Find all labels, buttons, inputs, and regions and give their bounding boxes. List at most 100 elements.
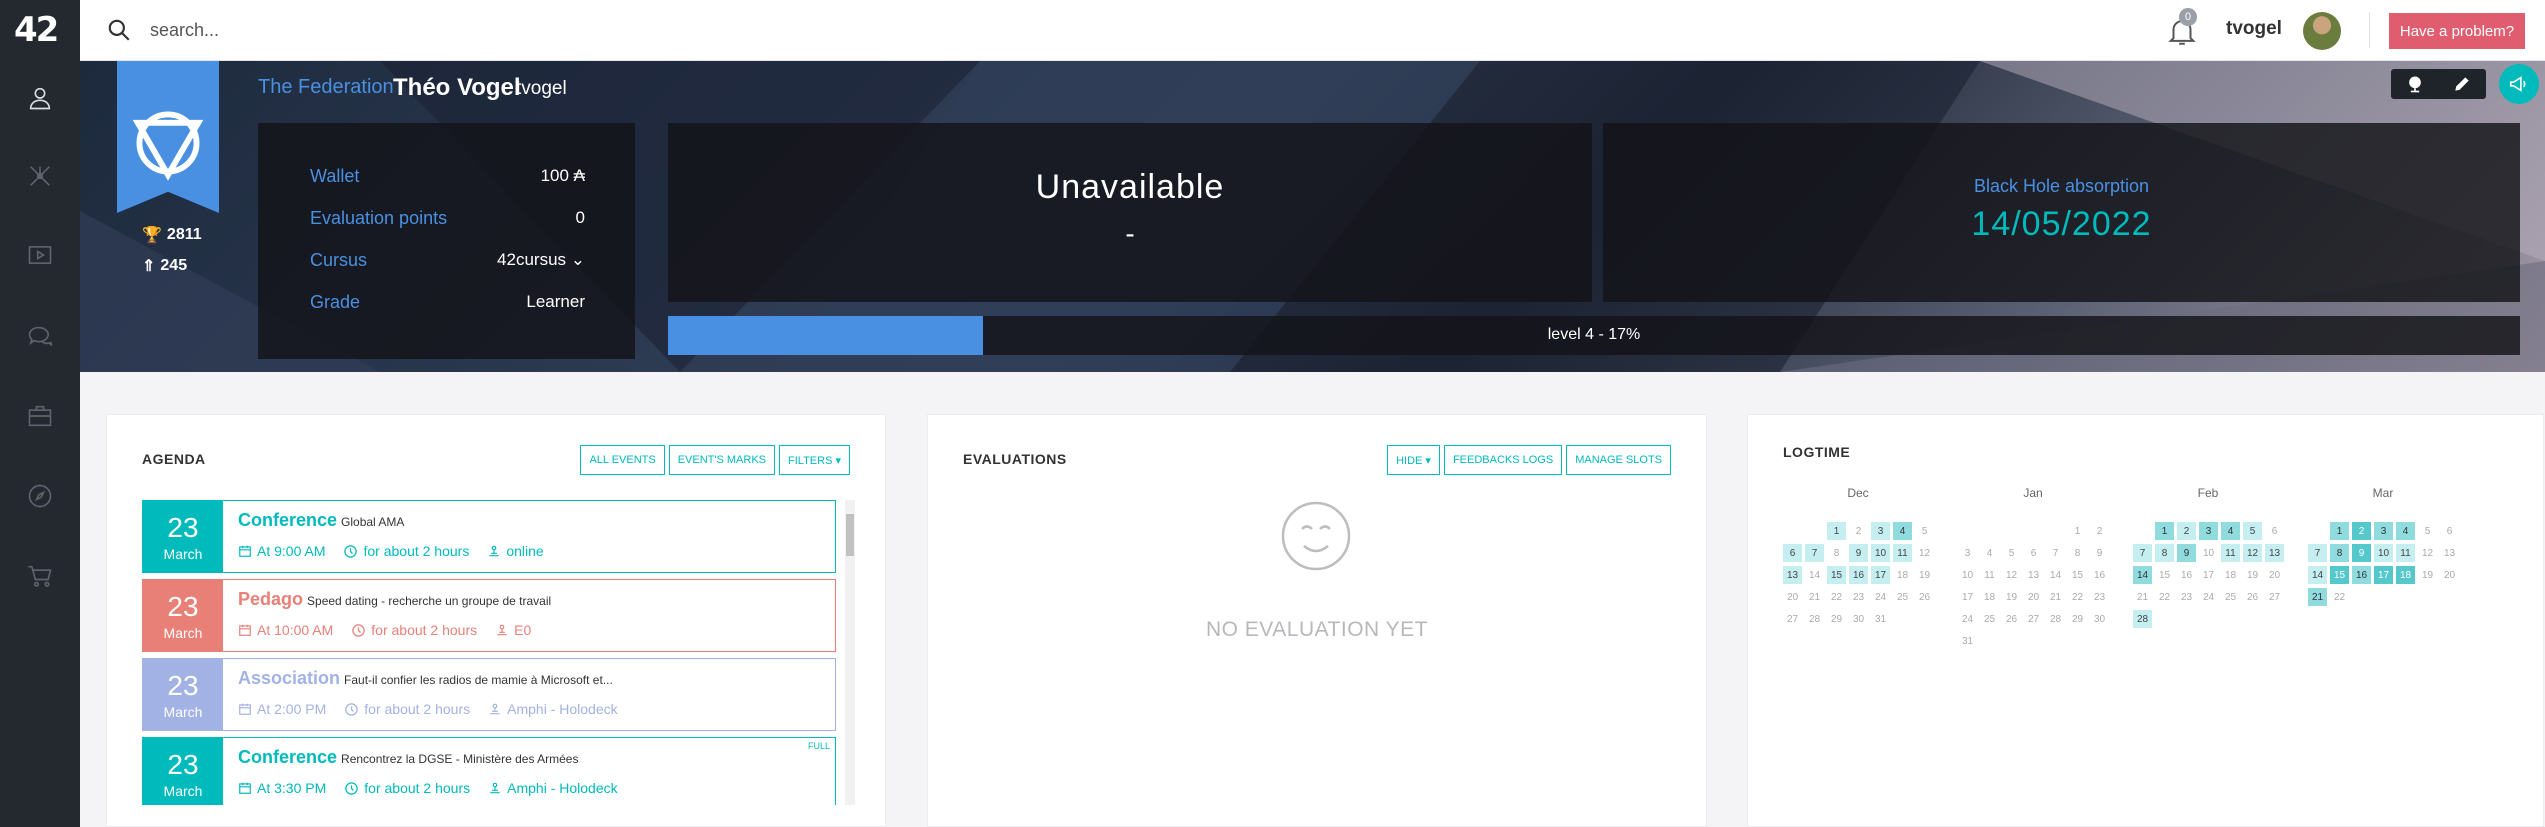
logtime-day[interactable]: 20 xyxy=(2265,566,2284,584)
logtime-day[interactable]: 20 xyxy=(2024,588,2043,606)
logtime-day[interactable]: 1 xyxy=(1827,522,1846,540)
logtime-day[interactable]: 10 xyxy=(1871,544,1890,562)
logtime-day[interactable]: 15 xyxy=(2068,566,2087,584)
logtime-day[interactable]: 3 xyxy=(1958,544,1977,562)
logtime-day[interactable]: 11 xyxy=(2221,544,2240,562)
logtime-day[interactable]: 23 xyxy=(1849,588,1868,606)
logtime-day[interactable]: 16 xyxy=(2352,566,2371,584)
logtime-day[interactable]: 17 xyxy=(2199,566,2218,584)
logtime-day[interactable]: 25 xyxy=(2221,588,2240,606)
logtime-day[interactable]: 25 xyxy=(1980,610,1999,628)
logtime-day[interactable]: 9 xyxy=(2177,544,2196,562)
sidebar-item-profile[interactable] xyxy=(22,80,58,116)
logtime-day[interactable]: 19 xyxy=(2002,588,2021,606)
user-login[interactable]: tvogel xyxy=(2226,18,2282,40)
logtime-day[interactable]: 6 xyxy=(2024,544,2043,562)
avatar[interactable] xyxy=(2303,12,2341,50)
logtime-day[interactable]: 5 xyxy=(2243,522,2262,540)
logtime-day[interactable]: 14 xyxy=(1805,566,1824,584)
logtime-day[interactable]: 24 xyxy=(1958,610,1977,628)
logtime-day[interactable]: 14 xyxy=(2133,566,2152,584)
logtime-day[interactable]: 13 xyxy=(2024,566,2043,584)
logtime-day[interactable]: 6 xyxy=(2265,522,2284,540)
logtime-day[interactable]: 30 xyxy=(2090,610,2109,628)
logtime-day[interactable]: 7 xyxy=(2046,544,2065,562)
logtime-day[interactable]: 28 xyxy=(2133,610,2152,628)
logtime-day[interactable]: 8 xyxy=(2068,544,2087,562)
logtime-day[interactable]: 15 xyxy=(2155,566,2174,584)
logtime-day[interactable]: 10 xyxy=(1958,566,1977,584)
logtime-day[interactable]: 4 xyxy=(1980,544,1999,562)
logtime-day[interactable]: 13 xyxy=(1783,566,1802,584)
cursus-select[interactable]: 42cursus ⌄ xyxy=(497,250,585,270)
logtime-day[interactable]: 23 xyxy=(2090,588,2109,606)
logtime-day[interactable]: 2 xyxy=(1849,522,1868,540)
logtime-day[interactable]: 2 xyxy=(2352,522,2371,540)
agenda-event[interactable]: 23 March Conference Rencontrez la DGSE - Mi… xyxy=(142,737,836,805)
logtime-day[interactable]: 8 xyxy=(2155,544,2174,562)
logtime-day[interactable]: 24 xyxy=(1871,588,1890,606)
logtime-day[interactable]: 12 xyxy=(2002,566,2021,584)
logtime-day[interactable]: 1 xyxy=(2330,522,2349,540)
logtime-day[interactable]: 7 xyxy=(1805,544,1824,562)
filters-button[interactable]: FILTERS ▾ xyxy=(779,445,850,475)
logtime-day[interactable]: 9 xyxy=(2352,544,2371,562)
search-input[interactable] xyxy=(150,14,750,46)
logtime-day[interactable]: 5 xyxy=(1915,522,1934,540)
logtime-day[interactable]: 5 xyxy=(2002,544,2021,562)
logtime-day[interactable]: 17 xyxy=(1958,588,1977,606)
logtime-day[interactable]: 16 xyxy=(2177,566,2196,584)
logtime-day[interactable]: 18 xyxy=(1980,588,1999,606)
logtime-day[interactable]: 6 xyxy=(2440,522,2459,540)
logtime-day[interactable]: 23 xyxy=(2177,588,2196,606)
logtime-day[interactable]: 31 xyxy=(1958,632,1977,650)
logtime-day[interactable]: 20 xyxy=(1783,588,1802,606)
logtime-day[interactable]: 26 xyxy=(2002,610,2021,628)
logtime-day[interactable]: 28 xyxy=(1805,610,1824,628)
logo-42[interactable]: 42 xyxy=(14,10,66,50)
logtime-day[interactable]: 14 xyxy=(2308,566,2327,584)
feedbacks-logs-button[interactable]: FEEDBACKS LOGS xyxy=(1443,445,1563,475)
sidebar-item-forum[interactable] xyxy=(22,318,58,354)
logtime-day[interactable]: 24 xyxy=(2199,588,2218,606)
logtime-day[interactable]: 29 xyxy=(2068,610,2087,628)
logtime-day[interactable]: 15 xyxy=(1827,566,1846,584)
announcement-button[interactable] xyxy=(2499,64,2539,104)
logtime-day[interactable]: 27 xyxy=(2024,610,2043,628)
logtime-day[interactable]: 11 xyxy=(2396,544,2415,562)
logtime-day[interactable]: 8 xyxy=(1827,544,1846,562)
logtime-day[interactable]: 9 xyxy=(1849,544,1868,562)
logtime-day[interactable]: 22 xyxy=(2155,588,2174,606)
logtime-day[interactable]: 15 xyxy=(2330,566,2349,584)
logtime-day[interactable]: 22 xyxy=(2330,588,2349,606)
logtime-day[interactable]: 22 xyxy=(2068,588,2087,606)
logtime-day[interactable]: 8 xyxy=(2330,544,2349,562)
logtime-day[interactable]: 28 xyxy=(2046,610,2065,628)
logtime-day[interactable]: 3 xyxy=(2374,522,2393,540)
sidebar-item-explore[interactable] xyxy=(22,478,58,514)
logtime-day[interactable]: 27 xyxy=(2265,588,2284,606)
logtime-day[interactable]: 21 xyxy=(1805,588,1824,606)
sidebar-item-projects[interactable] xyxy=(22,158,58,194)
have-a-problem-button[interactable]: Have a problem? xyxy=(2389,13,2525,49)
logtime-day[interactable]: 2 xyxy=(2090,522,2109,540)
logtime-day[interactable]: 7 xyxy=(2133,544,2152,562)
scrollbar-thumb[interactable] xyxy=(846,514,854,556)
logtime-day[interactable]: 12 xyxy=(1915,544,1934,562)
agenda-event[interactable]: 23 March Pedago Speed dating - recherche un… xyxy=(142,579,836,652)
logtime-day[interactable]: 1 xyxy=(2068,522,2087,540)
logtime-day[interactable]: 22 xyxy=(1827,588,1846,606)
logtime-day[interactable]: 21 xyxy=(2308,588,2327,606)
logtime-day[interactable]: 16 xyxy=(1849,566,1868,584)
logtime-day[interactable]: 19 xyxy=(2243,566,2262,584)
logtime-day[interactable]: 12 xyxy=(2243,544,2262,562)
sidebar-item-companies[interactable] xyxy=(22,398,58,434)
logtime-day[interactable]: 1 xyxy=(2155,522,2174,540)
logtime-day[interactable]: 11 xyxy=(1980,566,1999,584)
logtime-day[interactable]: 4 xyxy=(2396,522,2415,540)
logtime-day[interactable]: 4 xyxy=(2221,522,2240,540)
agenda-event[interactable]: 23 March Association Faut-il confier les ra… xyxy=(142,658,836,731)
logtime-day[interactable]: 26 xyxy=(2243,588,2262,606)
agenda-scrollbar[interactable] xyxy=(845,500,855,805)
logtime-day[interactable]: 11 xyxy=(1893,544,1912,562)
